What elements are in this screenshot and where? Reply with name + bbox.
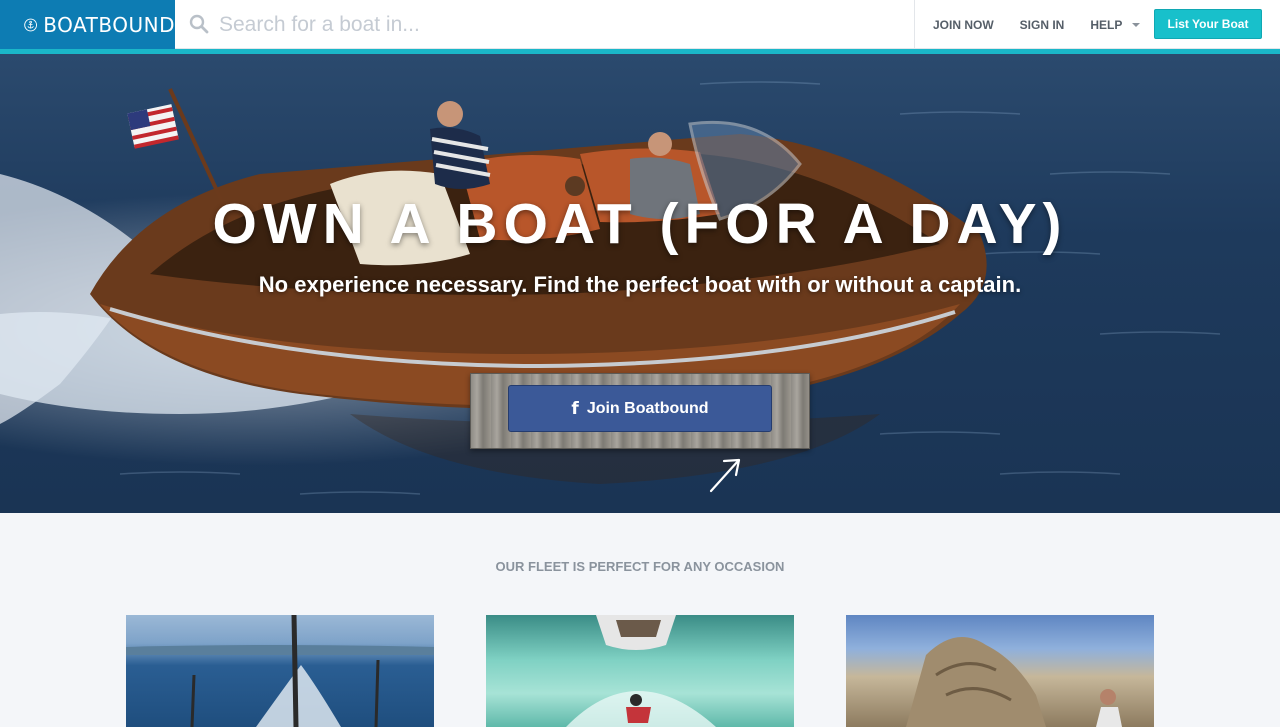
fleet-card-watersports[interactable] (486, 615, 794, 727)
anchor-icon (24, 18, 38, 31)
join-now-link[interactable]: JOIN NOW (933, 18, 994, 32)
hero-section: OWN A BOAT (FOR A DAY) No experience nec… (0, 54, 1280, 513)
search-bar (175, 0, 915, 49)
fleet-section-title: OUR FLEET IS PERFECT FOR ANY OCCASION (495, 559, 785, 574)
brand-name: BOATBOUND (43, 12, 175, 37)
cliff-image (906, 637, 1122, 727)
hero-subtitle: No experience necessary. Find the perfec… (258, 272, 1022, 297)
fishing-image (126, 615, 434, 727)
help-label: HELP (1090, 17, 1123, 32)
hand-drawn-arrow-icon (709, 458, 741, 493)
help-dropdown[interactable]: HELP (1090, 17, 1141, 32)
search-icon (189, 14, 209, 34)
facebook-icon: f (571, 398, 579, 419)
list-your-boat-button[interactable]: List Your Boat (1154, 9, 1262, 39)
caret-down-icon (1132, 22, 1141, 27)
fleet-card-fishing[interactable] (126, 615, 434, 727)
sign-in-link[interactable]: SIGN IN (1020, 18, 1065, 32)
fleet-card-adventure[interactable] (846, 615, 1154, 727)
nav-links: JOIN NOW SIGN IN HELP (915, 0, 1148, 49)
join-boatbound-facebook-button[interactable]: f Join Boatbound (508, 385, 772, 432)
wakeboard-image (566, 615, 716, 727)
hero-title: OWN A BOAT (FOR A DAY) (212, 192, 1068, 256)
join-boatbound-label: Join Boatbound (586, 399, 709, 417)
search-input[interactable] (175, 0, 914, 49)
boatbound-logo[interactable]: BOATBOUND (0, 0, 175, 49)
top-navbar: BOATBOUND JOIN NOW SIGN IN HELP List You… (0, 0, 1280, 49)
